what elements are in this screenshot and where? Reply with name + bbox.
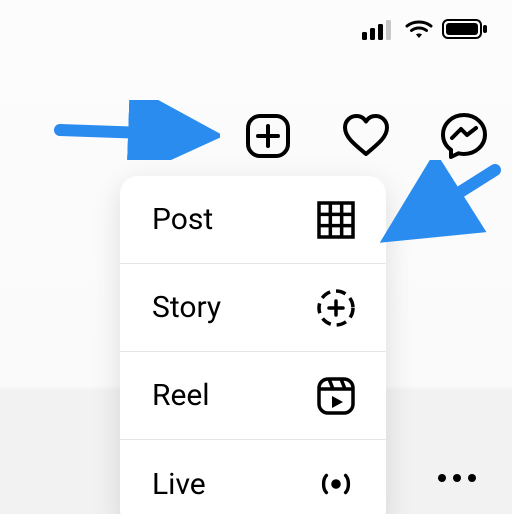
status-bar — [362, 18, 488, 40]
live-broadcast-icon — [314, 462, 358, 506]
reel-icon — [314, 374, 358, 418]
menu-item-label: Story — [152, 290, 221, 325]
menu-item-live[interactable]: Live — [120, 440, 386, 514]
dashed-plus-icon — [314, 286, 358, 330]
heart-icon — [341, 113, 391, 163]
create-plus-icon — [245, 113, 291, 163]
messenger-icon — [439, 111, 489, 165]
menu-item-reel[interactable]: Reel — [120, 352, 386, 440]
create-button[interactable] — [240, 110, 296, 166]
dot — [468, 474, 476, 482]
menu-item-label: Live — [152, 467, 206, 502]
top-action-bar — [240, 110, 492, 166]
menu-item-label: Post — [152, 202, 213, 237]
menu-item-label: Reel — [152, 378, 210, 413]
annotation-arrow-right — [380, 160, 510, 260]
wifi-icon — [404, 18, 434, 40]
more-options-button[interactable] — [438, 474, 476, 482]
messenger-button[interactable] — [436, 110, 492, 166]
cellular-bars-icon — [362, 18, 396, 40]
menu-item-post[interactable]: Post — [120, 176, 386, 264]
grid-icon — [314, 198, 358, 242]
menu-item-story[interactable]: Story — [120, 264, 386, 352]
dot — [453, 474, 461, 482]
create-menu: Post Story Reel — [120, 176, 386, 514]
annotation-arrow-left — [50, 100, 220, 160]
dot — [438, 474, 446, 482]
battery-icon — [442, 18, 488, 40]
activity-button[interactable] — [338, 110, 394, 166]
